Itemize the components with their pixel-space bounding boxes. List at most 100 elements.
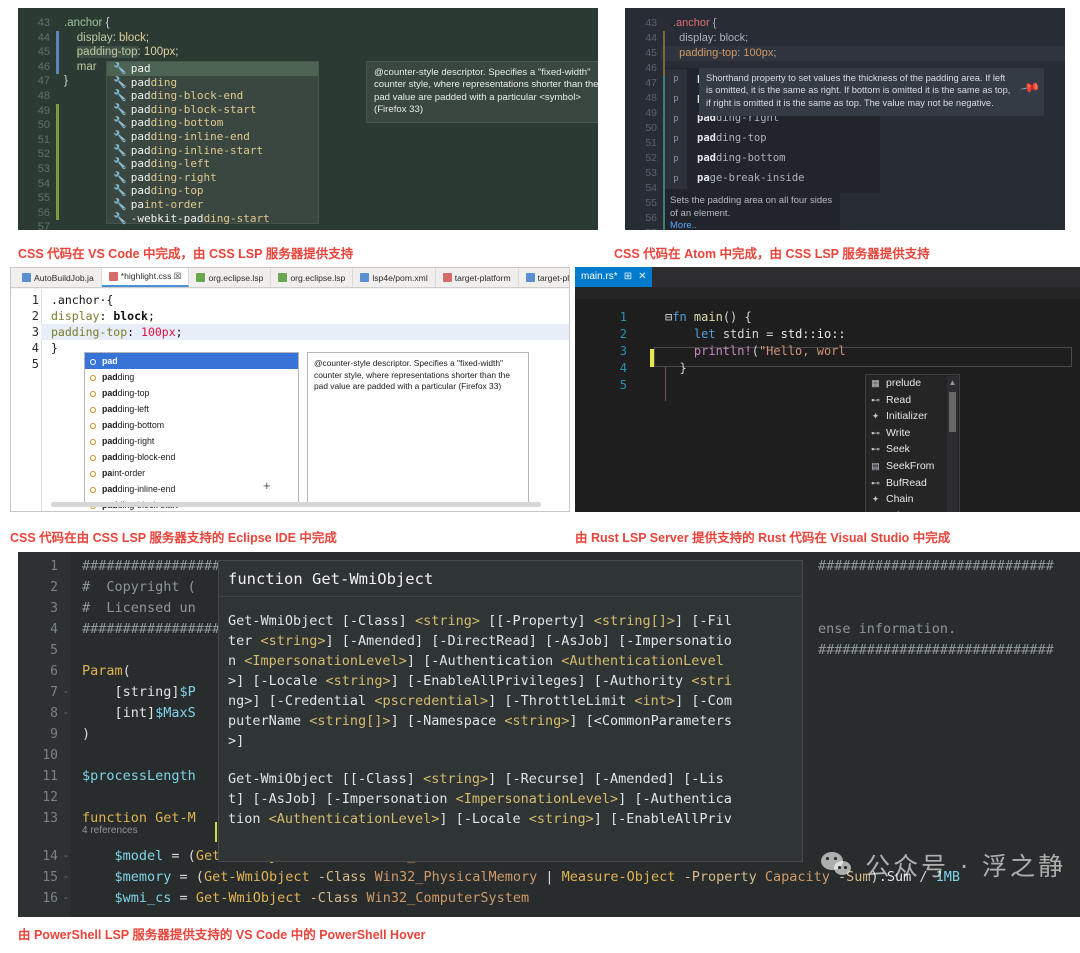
- code-line: 15- $memory = (Get-WmiObject -Class Win3…: [18, 867, 1080, 888]
- line-number: 13: [42, 811, 58, 826]
- method-icon: ✦: [871, 494, 880, 505]
- line-number: 50: [645, 122, 657, 134]
- completion-item[interactable]: p padding-top: [665, 128, 880, 149]
- completion-item[interactable]: 🔧 padding-left: [107, 157, 318, 171]
- line-number: 47: [645, 77, 657, 89]
- xml-file-icon: [525, 273, 535, 282]
- caption-vscode-css: CSS 代码在 VS Code 中完成，由 CSS LSP 服务器提供支持: [18, 247, 354, 261]
- line-text: padding-top: 100px;: [76, 46, 179, 59]
- completion-item[interactable]: 🔧 paint-order: [107, 198, 318, 212]
- completion-item[interactable]: ▤ SeekFrom: [866, 458, 959, 475]
- wrench-icon: 🔧: [113, 157, 127, 171]
- completion-scrollbar[interactable]: ▲ ▼: [947, 376, 958, 512]
- line-text: }: [51, 341, 58, 355]
- interface-icon: ⊷: [871, 477, 880, 488]
- completion-item[interactable]: 🔧 padding-top: [107, 184, 318, 198]
- property-icon: p: [665, 109, 687, 129]
- codelens-references[interactable]: 4 references: [82, 824, 138, 837]
- editor-tab[interactable]: org.eclipse.lsp: [271, 268, 354, 287]
- line-text: .anchor {: [673, 17, 717, 29]
- tab-main-rs[interactable]: main.rs* ⊞ ✕: [575, 267, 653, 287]
- line-number: 45: [645, 47, 657, 59]
- completion-item[interactable]: ▦ prelude: [866, 375, 959, 392]
- editor-tab[interactable]: target-platform: [436, 268, 519, 287]
- completion-item[interactable]: 🔧 padding-bottom: [107, 116, 318, 130]
- line-text: [int]$MaxS: [114, 705, 196, 721]
- completion-item[interactable]: padding-right: [85, 433, 298, 449]
- interface-icon: ⊷: [871, 394, 880, 405]
- completion-item[interactable]: p page-break-inside: [665, 168, 880, 189]
- completion-item[interactable]: 🔧 padding-right: [107, 171, 318, 185]
- fold-marker[interactable]: -: [64, 888, 68, 909]
- fold-marker[interactable]: -: [64, 682, 68, 703]
- completion-item[interactable]: 🔧 padding-inline-end: [107, 130, 318, 144]
- pin-icon[interactable]: ⊞: [624, 267, 632, 287]
- line-text: padding-top: 100px;: [679, 47, 777, 59]
- atom-more-link[interactable]: More..: [670, 220, 697, 230]
- close-icon[interactable]: ✕: [638, 267, 646, 287]
- atom-css-editor-panel: 43 .anchor {44 display: block; 45 padding-…: [625, 8, 1065, 230]
- property-icon: p: [665, 89, 687, 109]
- completion-item[interactable]: padding-bottom: [85, 417, 298, 433]
- completion-item[interactable]: 🔧 padding-block-start: [107, 103, 318, 117]
- completion-item[interactable]: 🔧 padding-inline-start: [107, 144, 318, 158]
- eclipse-horizontal-scrollbar[interactable]: [51, 502, 541, 507]
- editor-tab[interactable]: lsp4e/pom.xml: [353, 268, 436, 287]
- line-text: $wmi_cs = Get-WmiObject -Class Win32_Com…: [114, 890, 530, 906]
- powershell-hover-tooltip: function Get-WmiObject Get-WmiObject [-C…: [218, 560, 803, 862]
- line-number: 1: [619, 310, 627, 324]
- completion-item[interactable]: ✦ Chain: [866, 491, 959, 508]
- visual-studio-completion-popup[interactable]: ▦ prelude ⊷ Read ✦ Initializer ⊷ Write ⊷ Seek ▤ See…: [865, 374, 960, 512]
- scrollbar-thumb[interactable]: [949, 392, 956, 432]
- line-number: 11: [42, 769, 58, 784]
- scroll-up-icon[interactable]: ▲: [947, 378, 958, 387]
- code-line: 1 .anchor·{: [11, 292, 569, 308]
- completion-item[interactable]: ✦ Take: [866, 508, 959, 512]
- hover-title: function Get-WmiObject: [219, 561, 802, 597]
- editor-tab[interactable]: AutoBuildJob.ja: [15, 268, 102, 287]
- editor-tab[interactable]: *highlight.css ☒: [101, 268, 190, 287]
- completion-item[interactable]: 🔧 pad: [107, 62, 318, 76]
- completion-item[interactable]: 🔧 -webkit-padding-start: [107, 212, 318, 226]
- fold-marker[interactable]: -: [64, 867, 68, 888]
- line-number: 5: [619, 378, 627, 392]
- fold-marker[interactable]: -: [64, 846, 68, 867]
- fold-marker[interactable]: -: [64, 703, 68, 724]
- completion-item[interactable]: padding-block-end: [85, 449, 298, 465]
- completion-item[interactable]: padding-left: [85, 401, 298, 417]
- hover-signature-line: ng>] [-Credential <pscredential>] [-Thro…: [228, 693, 732, 709]
- line-number: 57: [633, 226, 657, 230]
- editor-tab[interactable]: target-platform: [519, 268, 569, 287]
- completion-item[interactable]: 🔧 padding-block-end: [107, 89, 318, 103]
- line-text: Param(: [82, 663, 131, 679]
- completion-item[interactable]: padding-top: [85, 385, 298, 401]
- completion-item[interactable]: ⊷ Seek: [866, 441, 959, 458]
- completion-item[interactable]: ⊷ Write: [866, 425, 959, 442]
- completion-rows[interactable]: ▦ prelude ⊷ Read ✦ Initializer ⊷ Write ⊷ Seek ▤ See…: [866, 375, 959, 512]
- eclipse-editor: 1 .anchor·{2 display: block; 3 padding-top: …: [11, 289, 569, 511]
- visual-studio-tab-bar: main.rs* ⊞ ✕: [575, 267, 1080, 287]
- scroll-down-icon[interactable]: ▼: [947, 511, 958, 512]
- hover-signature-line: >]: [228, 733, 245, 749]
- completion-item[interactable]: ✦ Initializer: [866, 408, 959, 425]
- code-line: 44 display: block;: [625, 31, 1065, 46]
- hover-body: Get-WmiObject [-Class] <string> [[-Prope…: [219, 597, 802, 829]
- line-number: 57: [37, 221, 50, 230]
- completion-item[interactable]: pad: [85, 353, 298, 369]
- completion-item[interactable]: 🔧 padding: [107, 76, 318, 90]
- wrench-icon: 🔧: [113, 102, 127, 116]
- vscode-completion-popup[interactable]: 🔧 pad 🔧 padding 🔧 padding-block-end 🔧 padding-b…: [106, 61, 319, 226]
- completion-item[interactable]: ⊷ BufRead: [866, 475, 959, 492]
- pin-icon[interactable]: 📌: [1019, 77, 1041, 99]
- hover-spacer: [228, 751, 793, 769]
- eclipse-add-button[interactable]: +: [263, 478, 271, 493]
- vscode-css-editor-panel: 43 .anchor {44 display: block; 45 padding-…: [18, 8, 598, 230]
- editor-tab[interactable]: org.eclipse.lsp: [189, 268, 272, 287]
- code-line: 2 display: block;: [11, 308, 569, 324]
- completion-item[interactable]: p padding-bottom: [665, 148, 880, 169]
- line-number: 46: [37, 60, 50, 73]
- completion-item[interactable]: padding: [85, 369, 298, 385]
- completion-item[interactable]: ⊷ Read: [866, 392, 959, 409]
- hover-signature-line: Get-WmiObject [[-Class] <string>] [-Recu…: [228, 771, 724, 787]
- line-number: 5: [31, 357, 39, 371]
